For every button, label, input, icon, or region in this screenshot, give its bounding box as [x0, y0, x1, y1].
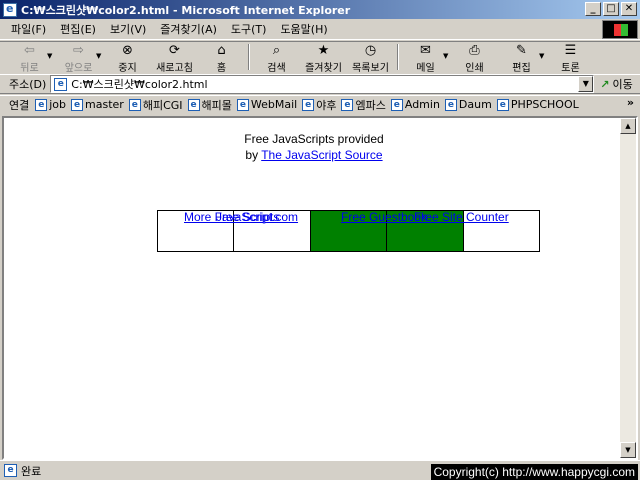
ie-page-icon: e: [71, 98, 84, 111]
refresh-icon: ⟳: [169, 43, 180, 58]
menu-view[interactable]: 보기(V): [103, 21, 153, 37]
link-job[interactable]: e job: [35, 98, 66, 111]
stop-button[interactable]: ⊗ 중지: [104, 42, 151, 74]
search-icon: ⌕: [272, 43, 281, 58]
favorites-button[interactable]: ★ 즐겨찾기: [300, 42, 347, 74]
printer-icon: ⎙: [469, 43, 480, 58]
mail-button[interactable]: ✉ 메일: [402, 42, 449, 74]
back-dropdown-icon[interactable]: ▼: [47, 52, 55, 60]
link-webmail[interactable]: e WebMail: [236, 98, 297, 111]
address-input[interactable]: e C:₩스크린샷₩color2.html ▼: [50, 75, 595, 93]
credit-line: Free JavaScripts provided: [244, 132, 384, 146]
home-icon: ⌂: [217, 43, 226, 58]
menu-bar: 파일(F) 편집(E) 보기(V) 즐겨찾기(A) 도구(T) 도움말(H): [0, 19, 640, 40]
toolbar-separator: [397, 44, 399, 70]
address-value: C:₩스크린샷₩color2.html: [71, 78, 208, 91]
links-more-chevron-icon[interactable]: »: [627, 96, 634, 109]
menu-tools[interactable]: 도구(T): [224, 21, 274, 37]
scroll-up-icon[interactable]: ▲: [620, 118, 636, 134]
forward-dropdown-icon[interactable]: ▼: [96, 52, 104, 60]
windows-logo-icon: [602, 20, 638, 39]
edit-dropdown-icon[interactable]: ▼: [539, 52, 547, 60]
stop-icon: ⊗: [122, 43, 133, 58]
links-label: 연결: [9, 98, 30, 112]
refresh-button[interactable]: ⟳ 새로고침: [151, 42, 198, 74]
address-bar: 주소(D) e C:₩스크린샷₩color2.html ▼ ↗ 이동: [0, 74, 640, 94]
ie-page-icon: e: [236, 98, 249, 111]
back-arrow-icon: ⇦: [24, 43, 35, 58]
favorites-icon: ★: [317, 43, 330, 58]
credit-by: by: [245, 148, 259, 162]
vertical-scrollbar[interactable]: ▲ ▼: [620, 118, 636, 458]
status-text: 완료: [21, 464, 42, 478]
link-yahoo[interactable]: e 야후: [302, 97, 336, 113]
history-icon: ◷: [364, 43, 377, 58]
ie-page-icon: e: [496, 98, 509, 111]
ie-page-icon: e: [444, 98, 457, 111]
copyright-watermark: Copyright(c) http://www.happycgi.com: [430, 464, 638, 480]
title-bar: C:₩스크린샷₩color2.html - Microsoft Internet…: [0, 0, 640, 19]
window-controls: _ □ ✕: [583, 2, 637, 16]
window-title: C:₩스크린샷₩color2.html - Microsoft Internet…: [21, 3, 351, 17]
go-label: 이동: [612, 78, 633, 91]
address-label: 주소(D): [9, 78, 47, 91]
mail-dropdown-icon[interactable]: ▼: [443, 52, 451, 60]
go-button[interactable]: ↗ 이동: [600, 76, 632, 92]
ie-page-icon: e: [128, 98, 141, 111]
links-bar: 연결 e job e master e 해피CGI e 해피몰 e WebMail e 야후…: [0, 95, 640, 113]
discuss-icon: ☰: [564, 43, 577, 58]
credit-by-line: by The JavaScript Source: [4, 148, 624, 162]
mail-icon: ✉: [420, 43, 431, 58]
link-phpschool[interactable]: e PHPSCHOOL: [496, 98, 579, 111]
back-button[interactable]: ⇦ 뒤로: [6, 42, 53, 74]
menu-help[interactable]: 도움말(H): [273, 21, 334, 37]
link-daum[interactable]: e Daum: [444, 98, 492, 111]
ie-page-icon: e: [390, 98, 403, 111]
javascript-source-link[interactable]: The JavaScript Source: [261, 148, 382, 162]
edit-button[interactable]: ✎ 편집: [498, 42, 545, 74]
link-master[interactable]: e master: [71, 98, 124, 111]
link-empas[interactable]: e 엠파스: [341, 97, 386, 113]
link-happymall[interactable]: e 해피몰: [187, 97, 232, 113]
free-site-counter-link[interactable]: Free Site Counter: [414, 210, 509, 224]
home-button[interactable]: ⌂ 홈: [198, 42, 245, 74]
menu-favorites[interactable]: 즐겨찾기(A): [153, 21, 224, 37]
close-button[interactable]: ✕: [621, 2, 637, 16]
ie-icon: [3, 2, 17, 17]
page-viewport: Free JavaScripts provided by The JavaScr…: [2, 116, 638, 460]
address-dropdown-icon[interactable]: ▼: [578, 76, 594, 92]
ie-page-icon: e: [341, 98, 354, 111]
ie-page-icon: e: [302, 98, 315, 111]
toolbar-separator: [248, 44, 250, 70]
print-button[interactable]: ⎙ 인쇄: [451, 42, 498, 74]
ie-page-icon: e: [187, 98, 200, 111]
ie-page-icon: e: [35, 98, 48, 111]
cell-links: More Free Scripts JavaScript.com Free Gu…: [4, 210, 624, 230]
javascript-com-link[interactable]: JavaScript.com: [216, 210, 298, 224]
discuss-button[interactable]: ☰ 토론: [547, 42, 594, 74]
forward-arrow-icon: ⇨: [73, 43, 84, 58]
menu-file[interactable]: 파일(F): [4, 21, 53, 37]
link-happycgi[interactable]: e 해피CGI: [128, 97, 183, 113]
status-page-icon: e: [4, 464, 17, 477]
search-button[interactable]: ⌕ 검색: [253, 42, 300, 74]
standard-toolbar: ⇦ 뒤로 ▼ ⇨ 앞으로 ▼ ⊗ 중지 ⟳ 새로고침 ⌂ 홈 ⌕ 검색 ★ 즐겨…: [0, 41, 640, 74]
status-bar: e 완료 Copyright(c) http://www.happycgi.co…: [0, 460, 640, 480]
link-admin[interactable]: e Admin: [390, 98, 440, 111]
page-icon: e: [54, 77, 68, 91]
scroll-down-icon[interactable]: ▼: [620, 442, 636, 458]
forward-button[interactable]: ⇨ 앞으로: [55, 42, 102, 74]
edit-icon: ✎: [516, 43, 527, 58]
page-content: Free JavaScripts provided by The JavaScr…: [4, 118, 624, 458]
minimize-button[interactable]: _: [585, 2, 601, 16]
maximize-button[interactable]: □: [603, 2, 619, 16]
go-arrow-icon: ↗: [600, 77, 610, 91]
history-button[interactable]: ◷ 목록보기: [347, 42, 394, 74]
menu-edit[interactable]: 편집(E): [53, 21, 103, 37]
